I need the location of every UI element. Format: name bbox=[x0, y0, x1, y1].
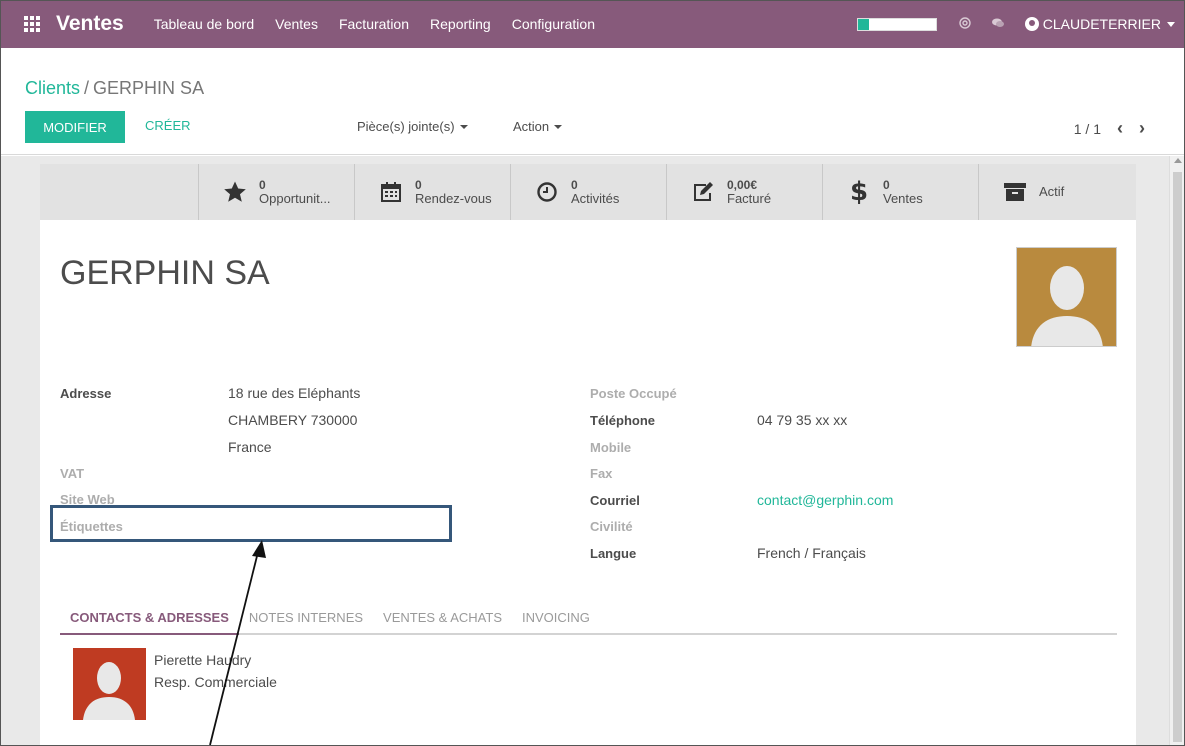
annotation-arrow bbox=[209, 540, 266, 746]
